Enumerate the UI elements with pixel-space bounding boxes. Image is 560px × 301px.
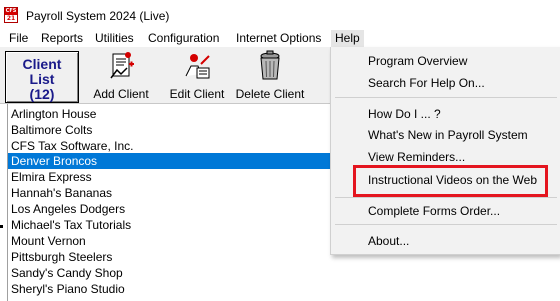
client-list-label-line2: List: [29, 71, 55, 87]
title-bar: CFS 21 Payroll System 2024 (Live): [0, 0, 560, 30]
menu-help[interactable]: Help: [331, 30, 364, 47]
edit-client-button[interactable]: Edit Client: [164, 50, 230, 102]
highlight-annotation-box: [353, 165, 548, 197]
menu-item-complete-forms-order[interactable]: Complete Forms Order...: [331, 201, 560, 221]
client-list-label-line1: Client: [22, 56, 62, 72]
menu-item-how-do-i[interactable]: How Do I ... ?: [331, 104, 560, 124]
menu-item-about[interactable]: About...: [331, 231, 560, 251]
add-client-icon: [110, 52, 134, 79]
list-item-selected[interactable]: Denver Broncos: [8, 153, 333, 169]
client-list-button[interactable]: Client List (12): [5, 51, 79, 103]
menu-item-program-overview[interactable]: Program Overview: [331, 51, 560, 71]
list-item[interactable]: Los Angeles Dodgers: [8, 201, 333, 217]
menu-item-view-reminders[interactable]: View Reminders...: [331, 147, 560, 167]
list-item[interactable]: Hannah's Bananas: [8, 185, 333, 201]
list-item[interactable]: Baltimore Colts: [8, 122, 333, 138]
logo-top-text: CFS: [5, 8, 17, 15]
menu-bar: File Reports Utilities Configuration Int…: [0, 30, 560, 47]
menu-separator: [335, 224, 557, 225]
toolbar: Client List (12) Add Client Edit Client: [0, 47, 332, 104]
add-client-label: Add Client: [93, 87, 149, 101]
add-client-button[interactable]: Add Client: [88, 50, 154, 102]
logo-bottom-text: 21: [5, 15, 17, 22]
edit-client-label: Edit Client: [169, 87, 225, 101]
app-logo-icon: CFS 21: [4, 7, 18, 23]
list-item[interactable]: Sheryl's Piano Studio: [8, 281, 333, 297]
menu-reports[interactable]: Reports: [37, 30, 87, 47]
menu-file[interactable]: File: [5, 30, 32, 47]
list-item[interactable]: Michael's Tax Tutorials: [8, 217, 333, 233]
window-title: Payroll System 2024 (Live): [26, 9, 170, 23]
help-dropdown-menu: Program Overview Search For Help On... H…: [330, 47, 560, 255]
list-item[interactable]: Arlington House: [8, 106, 333, 122]
list-item[interactable]: Mount Vernon: [8, 233, 333, 249]
menu-internet-options[interactable]: Internet Options: [232, 30, 325, 47]
trash-can-icon: [260, 50, 280, 80]
list-item[interactable]: CFS Tax Software, Inc.: [8, 138, 333, 154]
menu-item-whats-new[interactable]: What's New in Payroll System: [331, 125, 560, 145]
menu-separator: [335, 197, 557, 198]
menu-separator: [335, 97, 557, 98]
client-list-count: (12): [29, 86, 55, 102]
delete-client-button[interactable]: Delete Client: [234, 50, 306, 102]
menu-utilities[interactable]: Utilities: [91, 30, 138, 47]
menu-configuration[interactable]: Configuration: [144, 30, 223, 47]
menu-item-search-help[interactable]: Search For Help On...: [331, 73, 560, 93]
edit-client-icon: [185, 54, 210, 79]
window-edge-marker: [0, 225, 3, 228]
delete-client-label: Delete Client: [235, 87, 305, 101]
list-item[interactable]: Pittsburgh Steelers: [8, 249, 333, 265]
list-item[interactable]: Elmira Express: [8, 169, 333, 185]
client-list[interactable]: Arlington House Baltimore Colts CFS Tax …: [7, 104, 333, 301]
list-item[interactable]: Sandy's Candy Shop: [8, 265, 333, 281]
